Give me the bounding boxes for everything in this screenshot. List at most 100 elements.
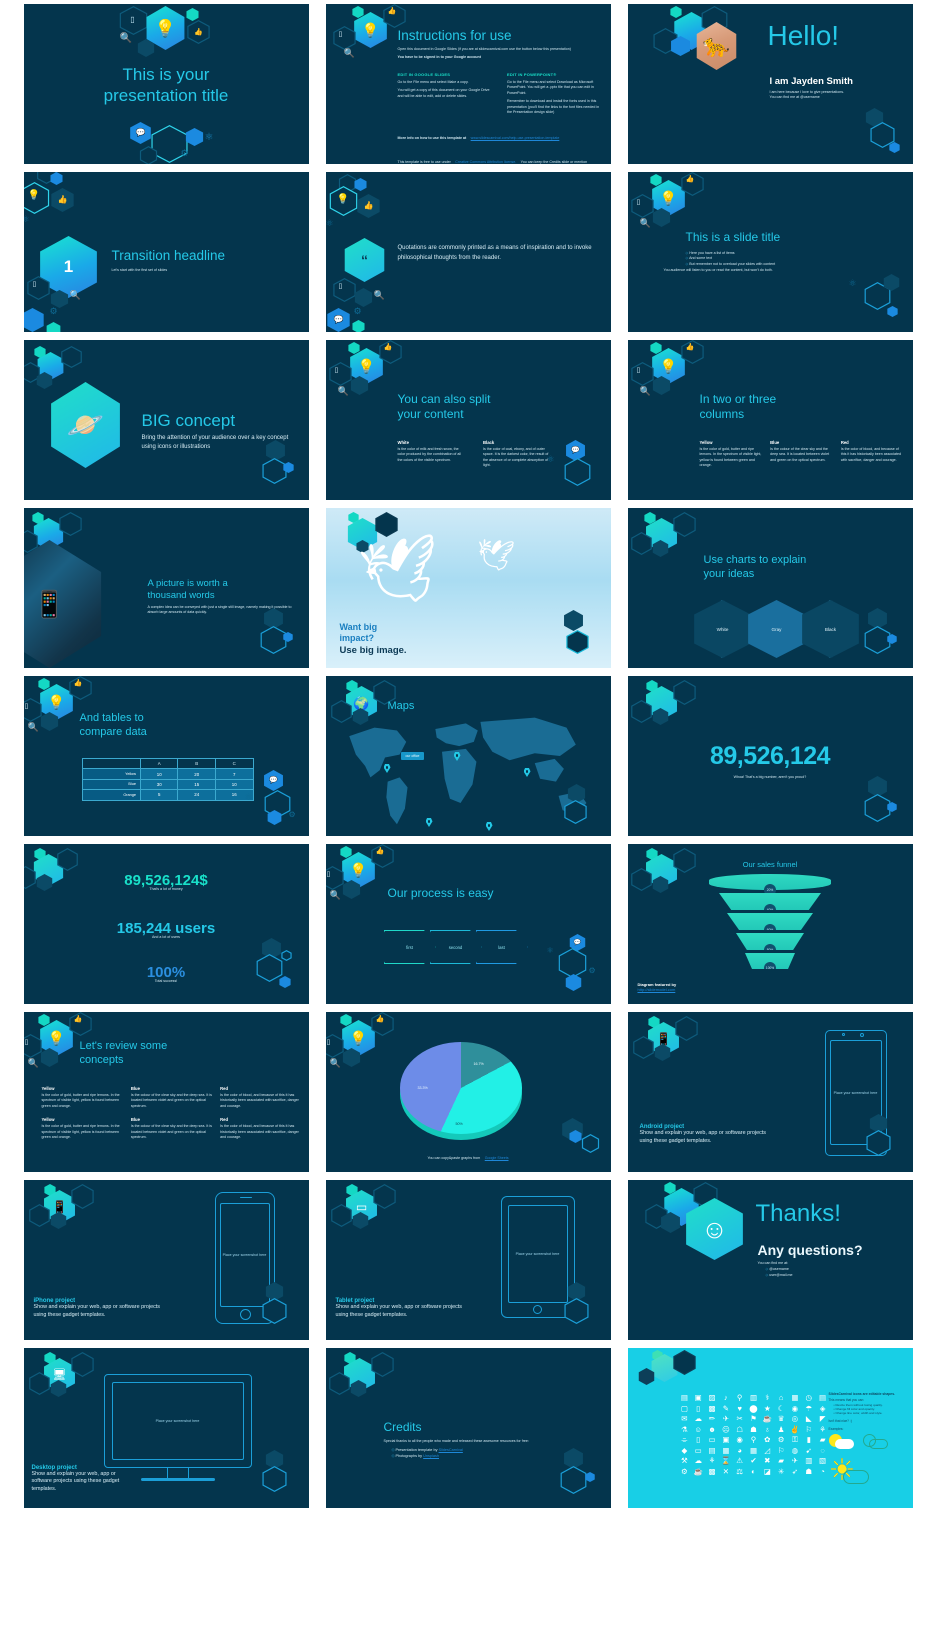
icon-glyph: ☺: [694, 1424, 703, 1434]
icon-glyph: ☁: [694, 1456, 702, 1465]
cell: 24: [177, 789, 216, 801]
slide-transition[interactable]: 💡 👍 ⚛ 1 Transition headline Let's start …: [23, 172, 309, 332]
icon-glyph: ⬤: [749, 1403, 758, 1413]
icon-glyph: ⚗: [681, 1424, 688, 1434]
slide-stats[interactable]: 89,526,124$ That's a lot of money 185,24…: [23, 844, 309, 1004]
slide-quotation[interactable]: 💡 👍 ⚛ “ Quotations are commonly printed …: [325, 172, 611, 332]
slide-desktop-project[interactable]: 🖥 Desktop project Show and explain your …: [23, 1348, 309, 1508]
more-info-link[interactable]: www.slidescarnival.com/help-use-presenta…: [471, 136, 560, 140]
slide-big-number[interactable]: 89,526,124 Whoa! That's a big number, ar…: [627, 676, 913, 836]
icon-glyph: ◆: [681, 1445, 688, 1455]
desktop-icon: 🖥: [52, 1368, 67, 1381]
screen-placeholder[interactable]: Place your screenshot here: [829, 1040, 882, 1145]
pie-chart[interactable]: 16.7% 33.3% 50%: [399, 1038, 522, 1144]
funnel-step[interactable]: 40%: [719, 893, 821, 910]
slide-hello[interactable]: 🐆 Hello! I am Jayden Smith I am here bec…: [627, 4, 913, 164]
icon-glyph: ▰: [819, 1435, 826, 1444]
page-title: Our sales funnel: [742, 860, 798, 869]
chart-hexagon-gray[interactable]: Gray: [748, 600, 805, 658]
slide-process[interactable]: 💡 👍 ▯ 🔍 Our process is easy first second…: [325, 844, 611, 1004]
hex-cluster-topleft: 💡 👍 ▯ 🔍: [326, 844, 418, 922]
screen-placeholder[interactable]: Place your screenshot here: [507, 1205, 568, 1303]
home-button[interactable]: [239, 1309, 251, 1320]
map-callout[interactable]: our office: [400, 752, 425, 760]
slide-cell: 💡 👍 ▯ 🔍 Instructions for use Open this d…: [317, 0, 619, 168]
transition-title: Transition headline: [111, 248, 226, 263]
cell: 10: [214, 778, 254, 791]
row-label: Orange: [81, 789, 141, 801]
license-link[interactable]: Creative Commons Attribution license.: [455, 160, 516, 164]
slide-charts[interactable]: Use charts to explain your ideas White G…: [627, 508, 913, 668]
big-number-caption: Whoa! That's a big number, aren't you pr…: [733, 775, 807, 779]
lightbulb-icon: 💡: [47, 694, 66, 710]
icon-glyph: ◉: [791, 1403, 799, 1413]
content-column: Black Is the color of coal, ebony, and o…: [483, 440, 553, 469]
home-button[interactable]: [532, 1305, 542, 1314]
slide-cell: Credits Special thanks to all the people…: [317, 1344, 619, 1512]
slide-tables[interactable]: 💡 👍 ▯ 🔍 And tables to compare data A B C…: [23, 676, 309, 836]
icon-glyph: ⚿: [792, 1435, 798, 1444]
process-step-last[interactable]: last: [475, 930, 528, 964]
column-body: Is the color of blood, and because of th…: [220, 1093, 299, 1108]
pie-footer-link[interactable]: Google Sheets: [485, 1156, 509, 1160]
process-step-first[interactable]: first: [383, 930, 436, 964]
column-body: Is the colour of the clear sky and the d…: [130, 1093, 212, 1108]
comparison-table[interactable]: A B C Yellow 10 20 7 Blue 30 15 10 Orang…: [81, 757, 254, 801]
icon-glyph: ▭: [694, 1445, 702, 1455]
slide-credits[interactable]: Credits Special thanks to all the people…: [325, 1348, 611, 1508]
slide-cell: 🐆 Hello! I am Jayden Smith I am here bec…: [619, 0, 921, 168]
funnel-step[interactable]: 20%: [709, 874, 831, 896]
chart-hexagon-white[interactable]: White: [694, 600, 751, 658]
cell: 5: [139, 789, 179, 801]
slide-instructions[interactable]: 💡 👍 ▯ 🔍 Instructions for use Open this d…: [325, 4, 611, 164]
slide-tablet-project[interactable]: ▭ Tablet project Show and explain your w…: [325, 1180, 611, 1340]
page-title-line1: Use charts to explain: [703, 554, 807, 566]
search-icon: 🔍: [329, 1058, 341, 1068]
slide-funnel[interactable]: Our sales funnel 20% 40% 60% 80% 100% Di…: [627, 844, 913, 1004]
icon-glyph: ➶: [791, 1466, 799, 1476]
instructions-lead: Open this document in Google Slides (if …: [397, 47, 571, 52]
chart-hexagon-black[interactable]: Black: [802, 600, 859, 658]
search-icon: 🔍: [69, 290, 81, 300]
slide-icon-set[interactable]: ▤ ▣ ▨ ♪ ⚲ ▥ ⚕ ⌂ ▦ ◷ ▤ ▢ ▯ ▩ ✎ ♥ ⬤ ★ ☾ ◉ ☂ ◈ ✉ ☁ ✏ ✈ ✂ ⚑ ☕ ♛ ◎ ◣ ◤ ⚗ ☺ ☻ ☹…: [627, 1348, 913, 1508]
cell: 20: [177, 768, 216, 780]
slide-pie-chart[interactable]: 💡 👍 ▯ 🔍 16.7% 33.3% 50% You can copy&pas…: [325, 1012, 611, 1172]
slide-review-concepts[interactable]: 💡 👍 ▯ 🔍 Let's review some concepts Yello…: [23, 1012, 309, 1172]
page-title-line1: Let's review some: [79, 1040, 168, 1052]
icon-glyph: ⚕: [765, 1393, 770, 1402]
slide-thanks[interactable]: ☺ Thanks! Any questions? You can find me…: [627, 1180, 913, 1340]
thumbs-up-icon: 👍: [375, 1016, 385, 1023]
slide-big-image[interactable]: 🕊 🕊 Want big impact? Use big image.: [325, 508, 611, 668]
slide-big-concept[interactable]: 🪐 BIG concept Bring the attention of you…: [23, 340, 309, 500]
slide-picture-worth[interactable]: 📱 A picture is worth a thousand words A …: [23, 508, 309, 668]
screen-placeholder[interactable]: Place your screenshot here: [219, 1203, 270, 1307]
content-column: Blue Is the colour of the clear sky and …: [131, 1086, 213, 1109]
screen-placeholder[interactable]: Place your screenshot here: [111, 1382, 244, 1460]
edit-powerpoint-p1: Go to the File menu and select Download …: [507, 79, 594, 95]
slide-cell: 💡 👍 ▯ 🔍 Our process is easy first second…: [317, 840, 619, 1008]
credits-link[interactable]: Unsplash: [423, 1454, 439, 1458]
funnel-step[interactable]: 60%: [727, 913, 813, 930]
thanks-question: Any questions?: [757, 1242, 863, 1258]
funnel-step[interactable]: 100%: [745, 953, 795, 969]
planet-rocket-icon: 🪐: [66, 408, 105, 442]
slide-title[interactable]: ▯ 💡 👍 🔍 This is your presentation title …: [23, 4, 309, 164]
slide-iphone-project[interactable]: 📱 iPhone project Show and explain your w…: [23, 1180, 309, 1340]
slide-split-content[interactable]: 💡 👍 ▯ 🔍 You can also split your content …: [325, 340, 611, 500]
hex-cluster-bottomright: [849, 104, 911, 162]
funnel-step[interactable]: 80%: [736, 933, 804, 950]
credits-link[interactable]: SlidesCarnival: [439, 1448, 463, 1452]
funnel-credit-link[interactable]: http://slidemodel.com: [638, 987, 677, 992]
process-step-second[interactable]: second: [429, 930, 482, 964]
chat-icon: 💬: [135, 128, 146, 137]
table-header-row: A B C: [81, 757, 254, 770]
slide-title-bullets[interactable]: 💡 👍 ▯ 🔍 This is a slide title ◇ Here you…: [627, 172, 913, 332]
slide-android-project[interactable]: 📱 Android project Show and explain your …: [627, 1012, 913, 1172]
smiley-icon: ☺: [701, 1213, 728, 1244]
mobile-icon: ▯: [32, 281, 37, 288]
icon-glyph: ▦: [791, 1393, 799, 1402]
page-title-line1: A picture is worth a: [147, 578, 228, 589]
icon-glyph: ➹: [805, 1445, 812, 1455]
slide-maps[interactable]: 🌍 Maps our office: [325, 676, 611, 836]
slide-three-columns[interactable]: 💡 👍 ▯ 🔍 In two or three columns Yellow I…: [627, 340, 913, 500]
